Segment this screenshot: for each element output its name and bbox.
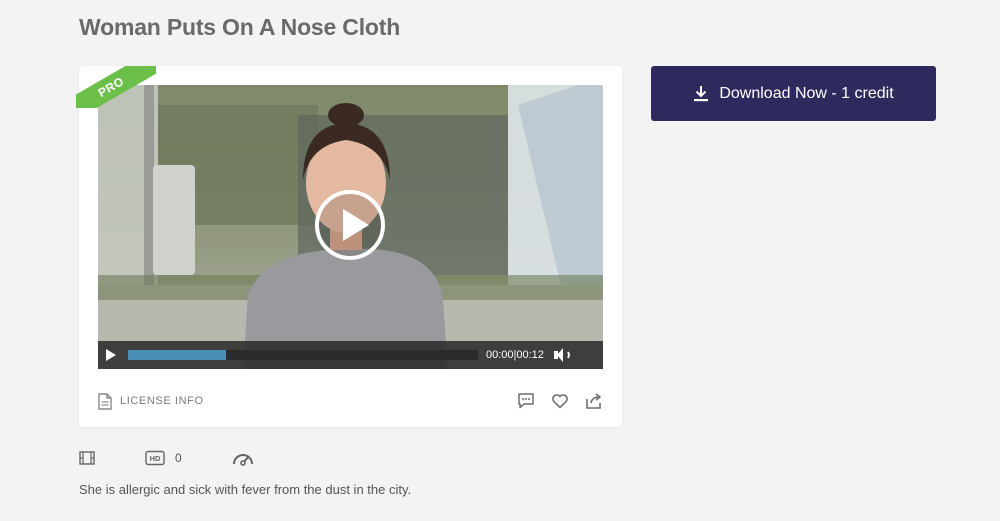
pro-badge: PRO — [76, 66, 156, 108]
pro-badge-label: PRO — [76, 66, 156, 108]
progress-bar[interactable] — [128, 350, 478, 360]
film-icon — [79, 451, 95, 465]
license-info-link[interactable]: LICENSE INFO — [98, 392, 204, 410]
download-icon — [694, 86, 709, 102]
svg-text:HD: HD — [150, 454, 161, 463]
card-actions — [517, 392, 603, 410]
license-info-label: LICENSE INFO — [120, 395, 204, 407]
volume-icon[interactable] — [552, 341, 572, 369]
progress-fill — [128, 350, 226, 360]
page-title: Woman Puts On A Nose Cloth — [79, 14, 401, 40]
current-time: 00:00 — [486, 349, 514, 361]
film-meta — [79, 450, 95, 466]
comment-icon[interactable] — [517, 392, 535, 410]
time-display: 00:00|00:12 — [486, 349, 544, 361]
player-controls: 00:00|00:12 — [98, 341, 603, 369]
meta-row: HD 0 — [79, 450, 254, 466]
heart-icon[interactable] — [551, 392, 569, 410]
download-button[interactable]: Download Now - 1 credit — [651, 66, 936, 121]
video-player[interactable]: 00:00|00:12 — [98, 85, 603, 369]
duration: 00:12 — [516, 349, 544, 361]
speedometer-icon — [232, 454, 253, 466]
speed-meta — [232, 450, 254, 466]
play-button[interactable] — [98, 341, 124, 369]
video-card: PRO 00:00|00:12 LICENSE INFO — [76, 66, 622, 427]
video-description: She is allergic and sick with fever from… — [79, 482, 412, 497]
play-icon — [343, 209, 369, 241]
play-overlay-button[interactable] — [315, 190, 385, 260]
document-icon — [98, 392, 112, 410]
hd-count: 0 — [175, 451, 182, 465]
hd-icon: HD — [145, 450, 165, 466]
share-icon[interactable] — [585, 392, 603, 410]
hd-meta: HD 0 — [145, 450, 182, 466]
download-label: Download Now - 1 credit — [719, 84, 894, 102]
card-footer: LICENSE INFO — [98, 390, 603, 412]
